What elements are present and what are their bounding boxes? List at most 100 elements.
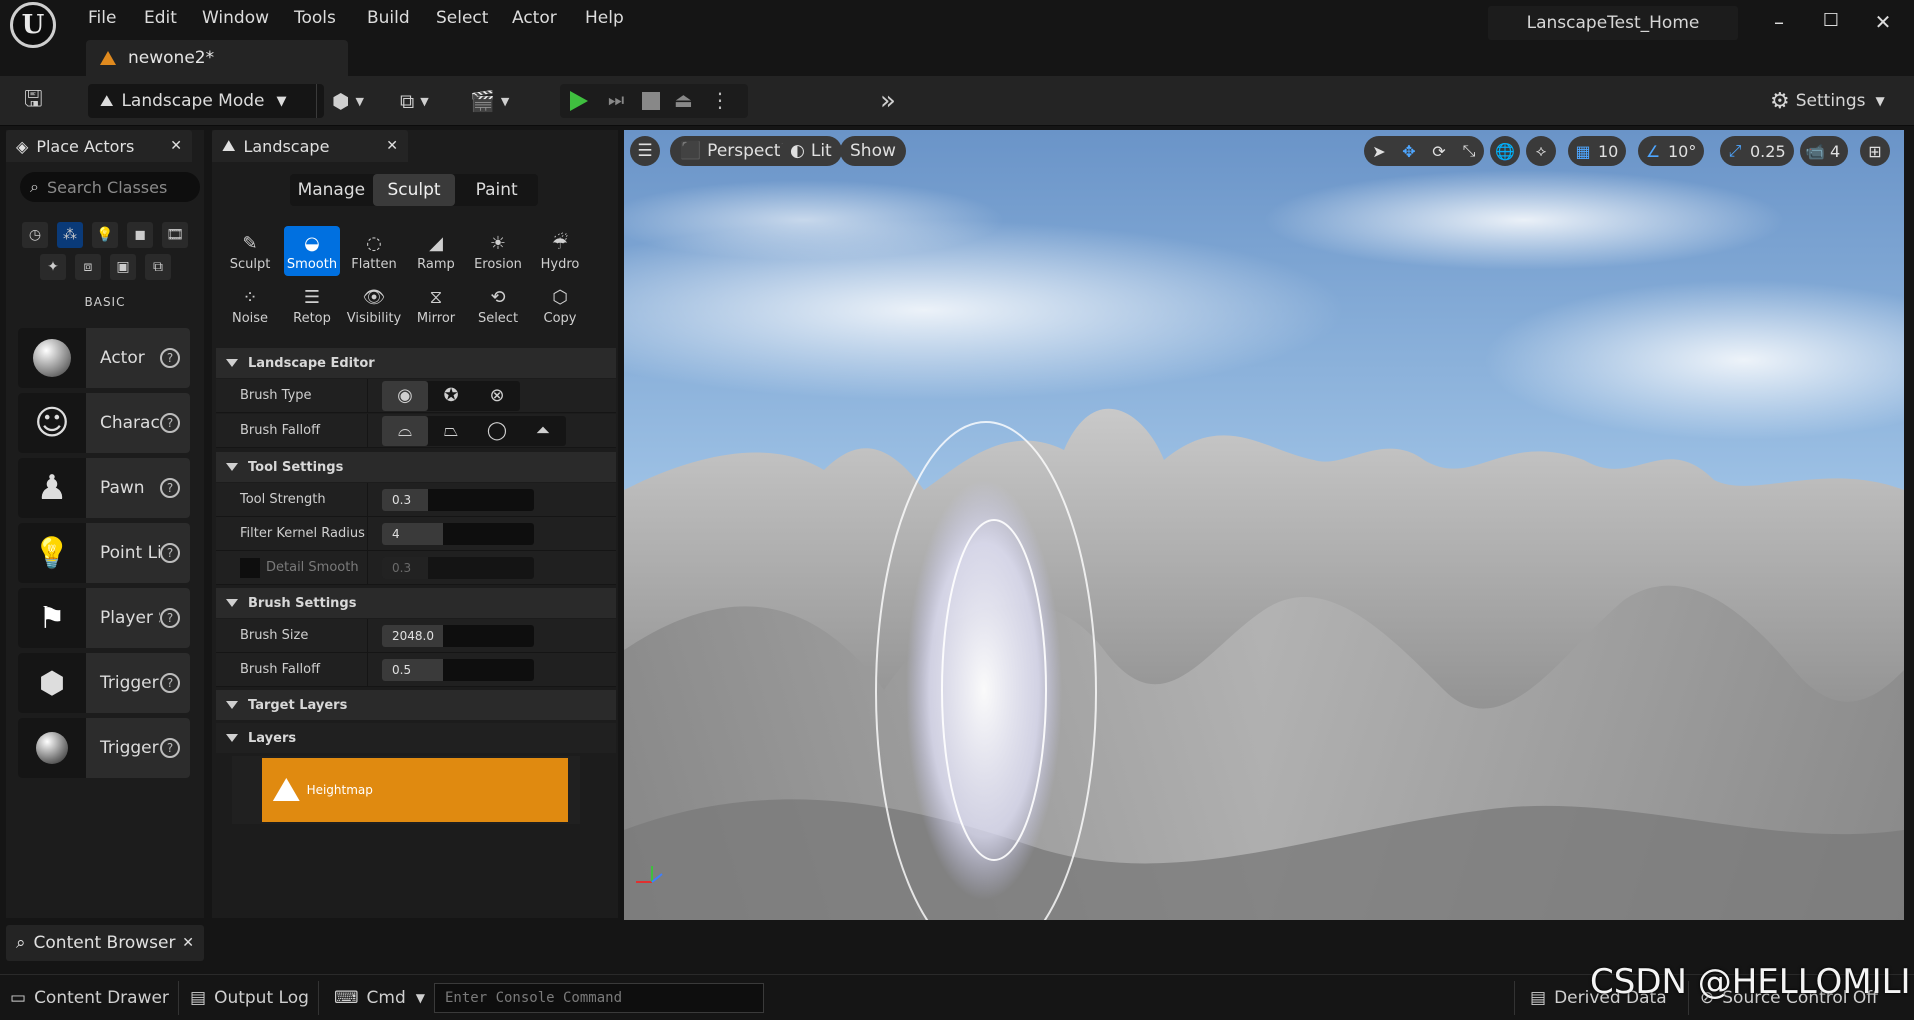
section-tool-settings[interactable]: Tool Settings <box>216 452 616 482</box>
player-start-item[interactable]: ⚑ Player Start ? <box>18 588 190 648</box>
surface-snap-icon[interactable]: ⟡ <box>1526 136 1556 166</box>
document-tab[interactable]: newone2* <box>86 40 348 76</box>
character-item[interactable]: ☺ Character ? <box>18 393 190 453</box>
menu-help[interactable]: Help <box>585 8 624 28</box>
translate-icon[interactable]: ✥ <box>1394 142 1424 161</box>
tab-sculpt[interactable]: Sculpt <box>372 174 456 206</box>
lit-button[interactable]: ◐ Lit <box>780 136 842 166</box>
menu-tools[interactable]: Tools <box>294 8 336 28</box>
tool-sculpt[interactable]: ✎ Sculpt <box>222 226 278 276</box>
section-landscape-editor[interactable]: Landscape Editor <box>216 348 616 378</box>
tool-ramp[interactable]: ◢ Ramp <box>408 226 464 276</box>
content-browser-tab[interactable]: ⌕ Content Browser ✕ <box>6 925 204 961</box>
close-icon[interactable]: ✕ <box>386 138 398 154</box>
maximize-icon[interactable]: ☐ <box>1816 10 1846 38</box>
shapes-icon[interactable]: ◼ <box>127 222 153 248</box>
tool-smooth[interactable]: ◒ Smooth <box>284 226 340 276</box>
help-icon[interactable]: ? <box>160 413 180 433</box>
world-local-icon[interactable]: 🌐 <box>1490 136 1520 166</box>
alpha-brush-icon[interactable]: ✪ <box>428 381 474 411</box>
mode-dropdown[interactable]: ⛰ Landscape Mode ▼ <box>88 84 324 118</box>
stop-icon[interactable] <box>642 92 660 110</box>
linear-falloff-icon[interactable]: ⏢ <box>428 416 474 446</box>
tool-select[interactable]: ⟲ Select <box>470 280 526 330</box>
search-input[interactable]: ⌕ Search Classes <box>20 172 200 202</box>
viewport-menu-icon[interactable]: ☰ <box>630 136 660 166</box>
tool-hydro[interactable]: ☔ Hydro <box>532 226 588 276</box>
landscape-tab[interactable]: ⛰ Landscape ✕ <box>212 130 408 162</box>
more-options-icon[interactable]: ⋮ <box>710 88 730 112</box>
menu-edit[interactable]: Edit <box>144 8 177 28</box>
rotate-icon[interactable]: ⟳ <box>1424 142 1454 161</box>
all-classes-icon[interactable]: ⧉ <box>145 254 171 280</box>
pattern-brush-icon[interactable]: ⊗ <box>474 381 520 411</box>
help-icon[interactable]: ? <box>160 673 180 693</box>
output-log-button[interactable]: ▤ Output Log <box>190 981 309 1015</box>
tool-erosion[interactable]: ☀ Erosion <box>470 226 526 276</box>
expand-toolbar-icon[interactable]: » <box>880 84 896 118</box>
actor-item[interactable]: Actor ? <box>18 328 190 388</box>
menu-file[interactable]: File <box>88 8 116 28</box>
brush-falloff-slider[interactable]: 0.5 <box>382 658 534 681</box>
console-command-input[interactable]: Enter Console Command <box>434 983 764 1013</box>
grid-snap[interactable]: ▦ 10 <box>1568 136 1627 166</box>
circle-brush-icon[interactable]: ◉ <box>382 380 428 411</box>
trigger-sphere-item[interactable]: Trigger Sphere ? <box>18 718 190 778</box>
help-icon[interactable]: ? <box>160 478 180 498</box>
tool-flatten[interactable]: ◌ Flatten <box>346 226 402 276</box>
tool-mirror[interactable]: ⧖ Mirror <box>408 280 464 330</box>
filter-kernel-radius-slider[interactable]: 4 <box>382 522 534 545</box>
help-icon[interactable]: ? <box>160 543 180 563</box>
viewport-layout-icon[interactable]: ⊞ <box>1860 136 1890 166</box>
scale-icon[interactable]: ⤡ <box>1454 141 1484 161</box>
geometry-icon[interactable]: ⧈ <box>75 254 101 280</box>
cmd-dropdown[interactable]: ⌨ Cmd ▼ <box>334 981 425 1015</box>
section-layers[interactable]: Layers <box>216 723 616 753</box>
select-mode-icon[interactable]: ➤ <box>1364 142 1394 161</box>
minimize-icon[interactable]: – <box>1764 10 1794 38</box>
settings-button[interactable]: ⚙ Settings ▼ <box>1770 84 1885 118</box>
help-icon[interactable]: ? <box>160 608 180 628</box>
level-viewport[interactable]: ☰ ⬛ Perspective ◐ Lit Show ➤ ✥ ⟳ ⤡ 🌐 ⟡ ▦ 10… <box>624 130 1904 920</box>
tool-noise[interactable]: ⁘ Noise <box>222 280 278 330</box>
menu-build[interactable]: Build <box>367 8 410 28</box>
smooth-falloff-icon[interactable]: ⌓ <box>382 415 428 446</box>
section-target-layers[interactable]: Target Layers <box>216 690 616 720</box>
close-icon[interactable]: ✕ <box>182 935 194 951</box>
tool-visibility[interactable]: 👁 Visibility <box>346 280 402 330</box>
lights-icon[interactable]: 💡 <box>92 222 118 248</box>
close-icon[interactable]: ✕ <box>170 138 182 154</box>
place-actors-tab[interactable]: ◈ Place Actors ✕ <box>6 130 192 162</box>
play-icon[interactable] <box>570 91 588 111</box>
close-window-icon[interactable]: ✕ <box>1868 10 1898 38</box>
detail-smooth-checkbox[interactable] <box>240 557 260 578</box>
trigger-box-item[interactable]: ⬢ Trigger Box ? <box>18 653 190 713</box>
section-brush-settings[interactable]: Brush Settings <box>216 588 616 618</box>
point-light-item[interactable]: 💡 Point Light ? <box>18 523 190 583</box>
eject-icon[interactable]: ⏏ <box>674 88 693 112</box>
save-icon[interactable]: 🖫 <box>24 84 43 118</box>
step-icon[interactable]: ⏭ <box>608 90 624 111</box>
show-button[interactable]: Show <box>840 136 906 166</box>
scale-snap[interactable]: ⤢ 0.25 <box>1720 136 1794 166</box>
blueprint-icon[interactable]: ⧉ ▼ <box>400 84 429 118</box>
pawn-item[interactable]: ♟ Pawn ? <box>18 458 190 518</box>
content-drawer-button[interactable]: ▭ Content Drawer <box>10 981 169 1015</box>
volumes-icon[interactable]: ▣ <box>110 254 136 280</box>
menu-select[interactable]: Select <box>436 8 488 28</box>
tool-retop[interactable]: ☰ Retop <box>284 280 340 330</box>
menu-window[interactable]: Window <box>202 8 269 28</box>
menu-actor[interactable]: Actor <box>512 8 557 28</box>
cinematic-icon[interactable]: 🎞 <box>162 222 188 248</box>
unreal-logo[interactable]: U <box>10 2 56 48</box>
help-icon[interactable]: ? <box>160 738 180 758</box>
cinematics-icon[interactable]: 🎬 ▼ <box>470 84 509 118</box>
basic-shapes-icon[interactable]: ⁂ <box>57 222 83 248</box>
tab-manage[interactable]: Manage <box>290 174 373 206</box>
add-actor-icon[interactable]: ⬢ ▼ <box>332 84 364 118</box>
recent-icon[interactable]: ◷ <box>22 222 48 248</box>
camera-speed[interactable]: 📹 4 <box>1800 136 1849 166</box>
visual-effects-icon[interactable]: ✦ <box>40 254 66 280</box>
tool-copy[interactable]: ⬡ Copy <box>532 280 588 330</box>
spherical-falloff-icon[interactable]: ◯ <box>474 416 520 446</box>
